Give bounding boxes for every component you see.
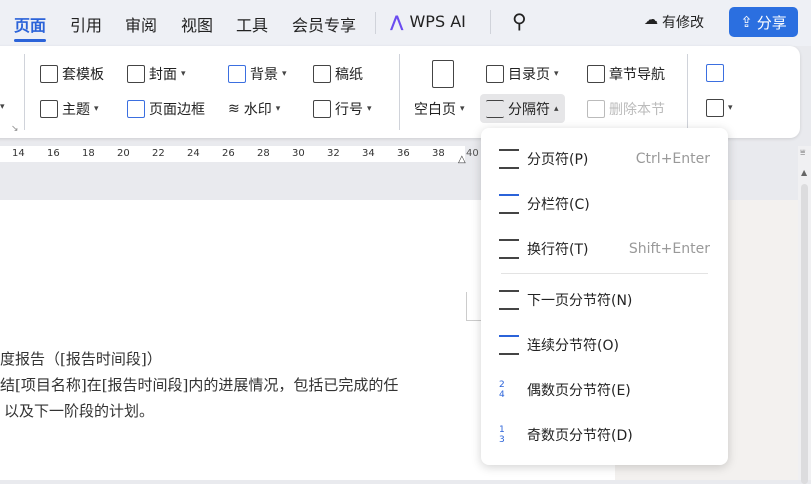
chevron-down-icon: ▾ (728, 103, 733, 113)
theme-icon (40, 100, 58, 118)
horizontal-ruler[interactable]: 14 16 18 20 22 24 26 28 30 32 34 36 38 4… (0, 146, 479, 165)
next-page-section-icon (499, 290, 519, 310)
chevron-down-icon[interactable]: ▾ (0, 102, 5, 112)
doc-line: 以及下一阶段的计划。 (4, 402, 155, 420)
tab-member[interactable]: 会员专享 (292, 12, 356, 36)
delete-section-button[interactable]: 删除本节 (587, 99, 665, 119)
chevron-down-icon: ▾ (554, 69, 559, 79)
dialog-launcher-icon[interactable]: ↘ (11, 124, 19, 134)
margin-mark (466, 292, 481, 321)
page-border-button[interactable]: 页面边框 (127, 99, 205, 119)
vertical-scrollbar[interactable]: ⩸ ▲ (798, 146, 811, 484)
cover-button[interactable]: 封面 ▾ (127, 64, 186, 84)
header-footer-icon (706, 64, 724, 82)
watermark-button[interactable]: ≋ 水印 ▾ (228, 99, 280, 119)
separator-dropdown-menu: 分页符(P) Ctrl+Enter 分栏符(C) 换行符(T) Shift+Ente… (481, 128, 728, 465)
separator-icon (486, 99, 504, 118)
tab-reference[interactable]: 引用 (70, 12, 102, 36)
divider (490, 10, 491, 34)
page-border-icon (127, 100, 145, 118)
top-tab-bar: 页面 引用 审阅 视图 工具 会员专享 ⋀ WPS AI ⚲ ☁ 有修改 ⇪ 分… (0, 0, 811, 46)
search-icon[interactable]: ⚲ (512, 9, 527, 33)
column-break-icon (499, 194, 519, 214)
separator-button[interactable]: 分隔符 ▴ (480, 94, 565, 123)
doc-line: 度报告（[报告时间段]） (0, 350, 162, 368)
watermark-icon: ≋ (228, 101, 240, 117)
menu-item-continuous-section[interactable]: 连续分节符(O) (499, 330, 710, 360)
divider (24, 54, 25, 130)
share-button[interactable]: ⇪ 分享 (729, 7, 798, 37)
chevron-up-icon: ▴ (554, 103, 559, 114)
page-number-icon (706, 99, 724, 117)
tab-review[interactable]: 审阅 (125, 12, 157, 36)
scrollbar-thumb[interactable] (801, 184, 808, 484)
menu-item-line-break[interactable]: 换行符(T) Shift+Enter (499, 234, 710, 264)
ribbon-toolbar: ▾ ↘ 套模板 封面 ▾ 背景 ▾ 稿纸 主题 ▾ 页面边框 ≋ 水印 ▾ 行号 ▾ 空白页… (0, 46, 800, 138)
chevron-down-icon: ▾ (282, 69, 287, 79)
page-break-icon (499, 149, 519, 169)
menu-item-next-page-section[interactable]: 下一页分节符(N) (499, 285, 710, 315)
continuous-section-icon (499, 335, 519, 355)
chapter-nav-icon (587, 65, 605, 83)
manuscript-button[interactable]: 稿纸 (313, 64, 363, 84)
theme-button[interactable]: 主题 ▾ (40, 99, 99, 119)
chevron-down-icon: ▾ (181, 69, 186, 79)
menu-item-page-break[interactable]: 分页符(P) Ctrl+Enter (499, 144, 710, 174)
wps-ai-logo-icon: ⋀ (390, 12, 404, 31)
divider (687, 54, 688, 130)
modified-status[interactable]: ☁ 有修改 (644, 12, 704, 32)
background-icon (228, 65, 246, 83)
split-icon[interactable]: ⩸ (800, 148, 805, 158)
shirt-icon (40, 65, 58, 83)
tab-view[interactable]: 视图 (181, 12, 213, 36)
menu-item-odd-page-section[interactable]: 1 3 奇数页分节符(D) (499, 420, 710, 450)
scroll-up-icon[interactable]: ▲ (801, 168, 807, 177)
cover-icon (127, 65, 145, 83)
divider (399, 54, 400, 130)
share-icon: ⇪ (740, 13, 753, 31)
toc-icon (486, 65, 504, 83)
blank-page-icon[interactable] (432, 60, 454, 88)
delete-section-icon (587, 100, 605, 118)
tab-tools[interactable]: 工具 (236, 12, 268, 36)
menu-item-column-break[interactable]: 分栏符(C) (499, 189, 710, 219)
grid-paper-icon (313, 65, 331, 83)
wps-ai-button[interactable]: ⋀ WPS AI (390, 12, 466, 31)
cloud-sync-icon: ☁ (644, 12, 658, 28)
toc-page-button[interactable]: 目录页 ▾ (486, 64, 559, 84)
doc-line: 结[项目名称]在[报告时间段]内的进展情况，包括已完成的任 (0, 376, 399, 394)
chevron-down-icon: ▾ (460, 104, 465, 114)
chapter-nav-button[interactable]: 章节导航 (587, 64, 665, 84)
divider (375, 12, 376, 34)
header-footer-button[interactable] (706, 64, 724, 82)
chevron-down-icon: ▾ (94, 104, 99, 114)
menu-item-even-page-section[interactable]: 2 4 偶数页分节符(E) (499, 375, 710, 405)
background-button[interactable]: 背景 ▾ (228, 64, 287, 84)
line-number-button[interactable]: 行号 ▾ (313, 99, 372, 119)
blank-page-button[interactable]: 空白页 ▾ (414, 99, 465, 119)
indent-marker-icon[interactable]: △ (458, 154, 466, 165)
template-button[interactable]: 套模板 (40, 64, 104, 84)
tab-page[interactable]: 页面 (14, 12, 47, 42)
odd-page-section-icon: 13 (499, 425, 505, 445)
menu-divider (501, 273, 708, 274)
page-number-button[interactable]: ▾ (706, 99, 733, 117)
chevron-down-icon: ▾ (275, 104, 281, 114)
chevron-down-icon: ▾ (367, 104, 372, 114)
even-page-section-icon: 24 (499, 380, 505, 400)
line-break-icon (499, 239, 519, 259)
line-number-icon (313, 100, 331, 118)
